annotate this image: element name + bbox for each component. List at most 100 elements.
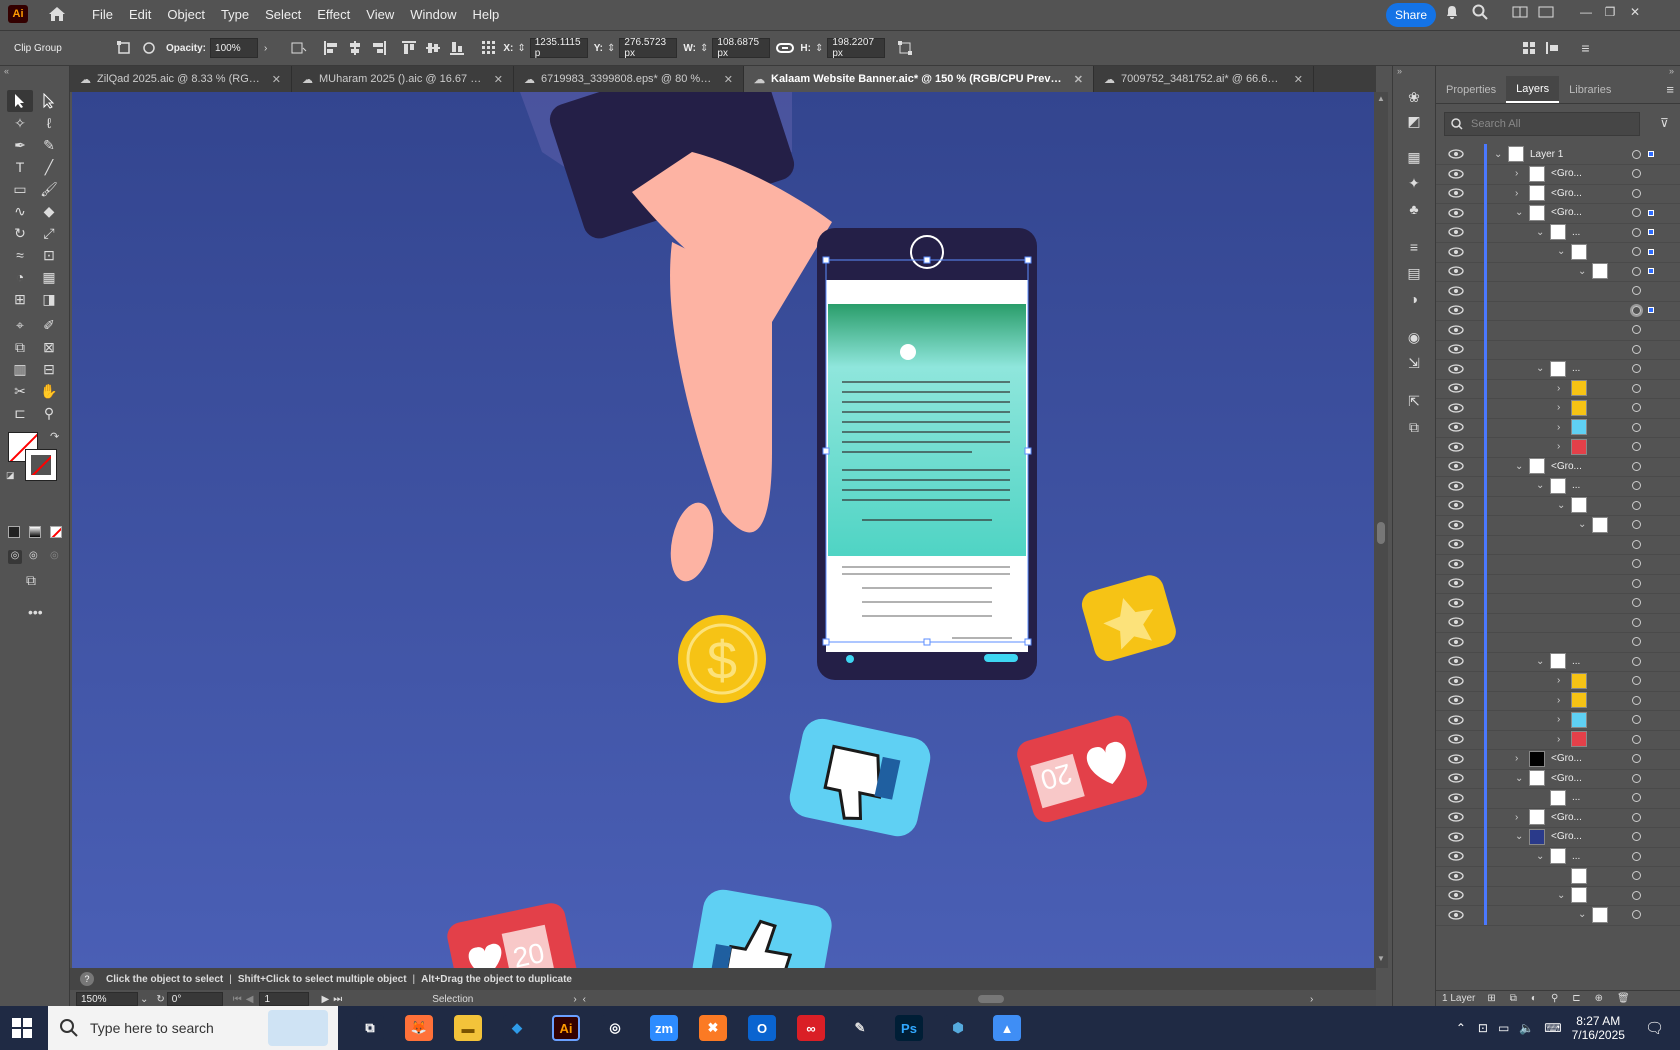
gradient-tool-icon[interactable]: ◨ <box>36 288 62 310</box>
layer-row[interactable]: › <Gro... <box>1436 182 1680 204</box>
strip-collapse-icon[interactable]: » <box>1397 66 1402 76</box>
chevron-down-icon[interactable]: ⌄ <box>1536 480 1544 491</box>
x-stepper-icon[interactable]: ⇕ <box>517 43 525 54</box>
mode-arrow-icon[interactable]: › <box>573 994 576 1005</box>
xampp-icon[interactable]: ✖ <box>699 1015 727 1041</box>
target-circle-icon[interactable] <box>1632 812 1641 822</box>
visibility-eye-icon[interactable] <box>1448 753 1464 764</box>
screen-mode-icon[interactable]: ⧉ <box>26 572 36 589</box>
default-fill-stroke-icon[interactable]: ◪ <box>6 470 15 481</box>
volume-icon[interactable]: 🔈 <box>1519 1021 1534 1035</box>
pen-tool-icon[interactable]: ✎ <box>846 1015 874 1041</box>
target-circle-icon[interactable] <box>1632 871 1641 880</box>
chevron-right-icon[interactable]: › <box>1557 441 1560 452</box>
target-circle-icon[interactable] <box>1632 637 1641 646</box>
vertical-scrollbar[interactable]: ▲ ▼ <box>1374 92 1388 968</box>
new-layer-icon[interactable]: ⊕ <box>1595 993 1603 1004</box>
curvature-tool-icon[interactable]: ✎ <box>36 134 62 156</box>
visibility-eye-icon[interactable] <box>1448 383 1464 393</box>
color-mode-icon[interactable] <box>8 526 20 538</box>
layer-row[interactable] <box>1436 572 1680 594</box>
layer-row[interactable]: ⌄ <box>1436 904 1680 926</box>
w-input[interactable]: 108.6875 px <box>712 37 771 59</box>
target-circle-icon[interactable] <box>1632 676 1641 685</box>
transparency-icon[interactable]: ◑ <box>1401 288 1427 310</box>
layer-row[interactable]: ⌄ <Gro... <box>1436 767 1680 789</box>
visibility-eye-icon[interactable] <box>1448 402 1464 413</box>
layer-row[interactable]: ⌄... <box>1436 650 1680 672</box>
warp-tool-icon[interactable]: ≈ <box>7 244 33 266</box>
chevron-down-icon[interactable]: ⌄ <box>1515 773 1523 784</box>
panel-collapse-icon[interactable]: » <box>1669 66 1674 76</box>
app-blue-icon[interactable]: ⬢ <box>944 1015 972 1041</box>
next-artboard-icon[interactable]: ▶ <box>321 994 329 1005</box>
layer-row[interactable]: ⌄ <box>1436 514 1680 536</box>
panel-menu-icon[interactable]: ≡ <box>1666 82 1674 97</box>
photoshop-icon[interactable]: Ps <box>895 1015 923 1041</box>
print-tiling-tool-icon[interactable]: ⊏ <box>7 402 33 424</box>
tab-close-icon[interactable]: ✕ <box>1294 73 1303 86</box>
visibility-eye-icon[interactable] <box>1448 246 1464 257</box>
target-circle-icon[interactable] <box>1632 715 1641 724</box>
prev-artboard-icon[interactable]: ◀ <box>246 994 254 1005</box>
layer-row[interactable]: › <box>1436 397 1680 419</box>
recolor-icon[interactable] <box>142 41 156 55</box>
clip-group-icon[interactable] <box>116 40 132 56</box>
first-artboard-icon[interactable]: ⏮ <box>233 994 242 1005</box>
chevron-down-icon[interactable]: ⌄ <box>1515 207 1523 218</box>
document-setup-icon[interactable] <box>289 40 307 56</box>
swap-fill-stroke-icon[interactable]: ↷ <box>50 430 59 443</box>
selection-indicator[interactable] <box>1648 229 1654 235</box>
visibility-eye-icon[interactable] <box>1448 909 1464 920</box>
slice-tool-icon[interactable]: ✂ <box>7 380 33 402</box>
visibility-eye-icon[interactable] <box>1448 363 1464 374</box>
target-circle-icon[interactable] <box>1632 247 1641 256</box>
menu-window[interactable]: Window <box>402 7 464 22</box>
align-right-icon[interactable] <box>371 40 387 56</box>
chevron-down-icon[interactable]: ⌄ <box>1536 363 1544 374</box>
layer-row[interactable] <box>1436 280 1680 302</box>
menu-help[interactable]: Help <box>464 7 507 22</box>
visibility-eye-icon[interactable] <box>1448 305 1464 315</box>
align-left-icon[interactable] <box>323 40 339 56</box>
menu-object[interactable]: Object <box>159 7 213 22</box>
visibility-eye-icon[interactable] <box>1448 734 1464 744</box>
chevron-down-icon[interactable]: ⌄ <box>1494 149 1502 160</box>
layer-row[interactable] <box>1436 319 1680 341</box>
align-top-icon[interactable] <box>401 40 417 56</box>
visibility-eye-icon[interactable] <box>1448 890 1464 900</box>
visibility-eye-icon[interactable] <box>1448 617 1464 627</box>
chevron-right-icon[interactable]: › <box>1515 812 1518 823</box>
pen-tool-icon[interactable]: ✒ <box>7 134 33 156</box>
gradient-mode-icon[interactable] <box>29 526 41 538</box>
visibility-eye-icon[interactable] <box>1448 831 1464 842</box>
layer-row[interactable]: › <box>1436 728 1680 750</box>
draw-inside-icon[interactable]: ◎ <box>50 550 59 561</box>
notification-bell-icon[interactable] <box>1444 4 1460 20</box>
visibility-eye-icon[interactable] <box>1448 812 1464 822</box>
panel-tab-libraries[interactable]: Libraries <box>1559 76 1621 103</box>
layer-row[interactable]: ... <box>1436 787 1680 809</box>
layer-row[interactable]: › <box>1436 689 1680 711</box>
filter-icon[interactable]: ⊽ <box>1660 116 1669 130</box>
target-circle-icon[interactable] <box>1632 754 1641 763</box>
scroll-up-arrow-icon[interactable]: ▲ <box>1377 94 1385 103</box>
visibility-eye-icon[interactable] <box>1448 636 1464 647</box>
file-explorer-icon[interactable]: ▬ <box>454 1015 482 1041</box>
x-input[interactable]: 1235.1115 p <box>529 37 588 59</box>
target-circle-icon[interactable] <box>1632 890 1641 900</box>
selection-indicator[interactable] <box>1648 268 1654 274</box>
chevron-right-icon[interactable]: › <box>1515 188 1518 199</box>
chevron-down-icon[interactable]: ⌄ <box>1536 227 1544 238</box>
task-view-icon[interactable]: ⧉ <box>356 1015 384 1041</box>
arrange-documents-icon[interactable] <box>1512 5 1528 19</box>
target-circle-icon[interactable] <box>1632 617 1641 627</box>
h-stepper-icon[interactable]: ⇕ <box>815 43 823 54</box>
free-transform-tool-icon[interactable]: ⊡ <box>36 244 62 266</box>
tab-close-icon[interactable]: ✕ <box>1074 73 1083 86</box>
target-circle-icon[interactable] <box>1632 403 1641 412</box>
visibility-eye-icon[interactable] <box>1448 870 1464 881</box>
menu-edit[interactable]: Edit <box>121 7 159 22</box>
layer-row[interactable]: ⌄... <box>1436 358 1680 380</box>
chevron-down-icon[interactable]: ⌄ <box>1557 246 1565 257</box>
